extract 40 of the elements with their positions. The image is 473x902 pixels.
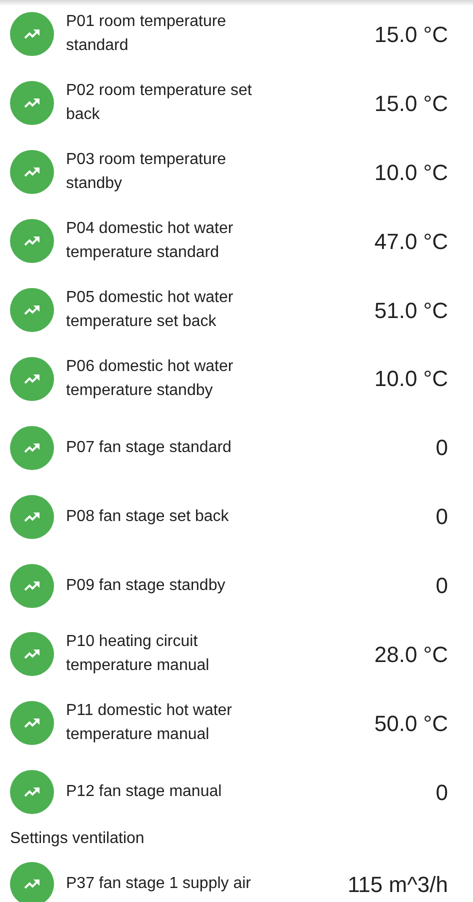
trend-icon [10, 862, 54, 902]
parameter-value: 115 m^3/h [348, 870, 448, 899]
parameter-value: 51.0 °C [374, 296, 448, 324]
parameter-label: P01 room temperature standard [66, 12, 228, 56]
parameter-value: 47.0 °C [374, 228, 448, 256]
parameter-label: P07 fan stage standard [66, 438, 232, 458]
parameter-label: P04 domestic hot water temperature standard [66, 219, 234, 264]
parameter-value: 0 [436, 572, 448, 600]
trend-icon [10, 701, 54, 746]
trend-icon [10, 288, 54, 332]
parameter-value: 50.0 °C [374, 710, 448, 738]
parameter-value: 15.0 °C [374, 20, 448, 49]
trend-icon [10, 426, 54, 470]
parameter-label: P10 heating circuit temperature manual [66, 632, 210, 676]
parameter-value: 10.0 °C [374, 158, 448, 187]
trend-icon [10, 150, 54, 194]
parameter-value: 10.0 °C [374, 365, 448, 394]
parameter-label: P05 domestic hot water temperature set back [66, 288, 234, 332]
parameter-value: 0 [436, 778, 448, 807]
trend-icon [10, 770, 54, 814]
parameter-label: P06 domestic hot water temperature standby [66, 356, 234, 401]
parameter-label: P02 room temperature set back [66, 81, 253, 126]
parameter-label: P11 domestic hot water temperature manual [66, 701, 234, 746]
parameter-label: P03 room temperature standby [66, 150, 228, 194]
parameter-label: P09 fan stage standby [66, 576, 226, 596]
section-heading: Settings ventilation [9, 828, 146, 849]
parameter-label: P08 fan stage set back [66, 506, 230, 527]
trend-icon [10, 81, 54, 126]
parameter-value: 0 [436, 503, 448, 532]
trend-icon [10, 356, 54, 401]
trend-icon [10, 494, 54, 539]
parameter-value: 15.0 °C [374, 90, 448, 118]
parameter-label: P37 fan stage 1 supply air [66, 874, 252, 894]
trend-icon [10, 564, 54, 608]
trend-icon [10, 219, 54, 264]
trend-icon [10, 12, 54, 56]
trend-icon [10, 632, 54, 676]
parameter-label: P12 fan stage manual [66, 782, 223, 802]
parameter-value: 0 [436, 434, 448, 462]
parameter-value: 28.0 °C [374, 640, 448, 669]
